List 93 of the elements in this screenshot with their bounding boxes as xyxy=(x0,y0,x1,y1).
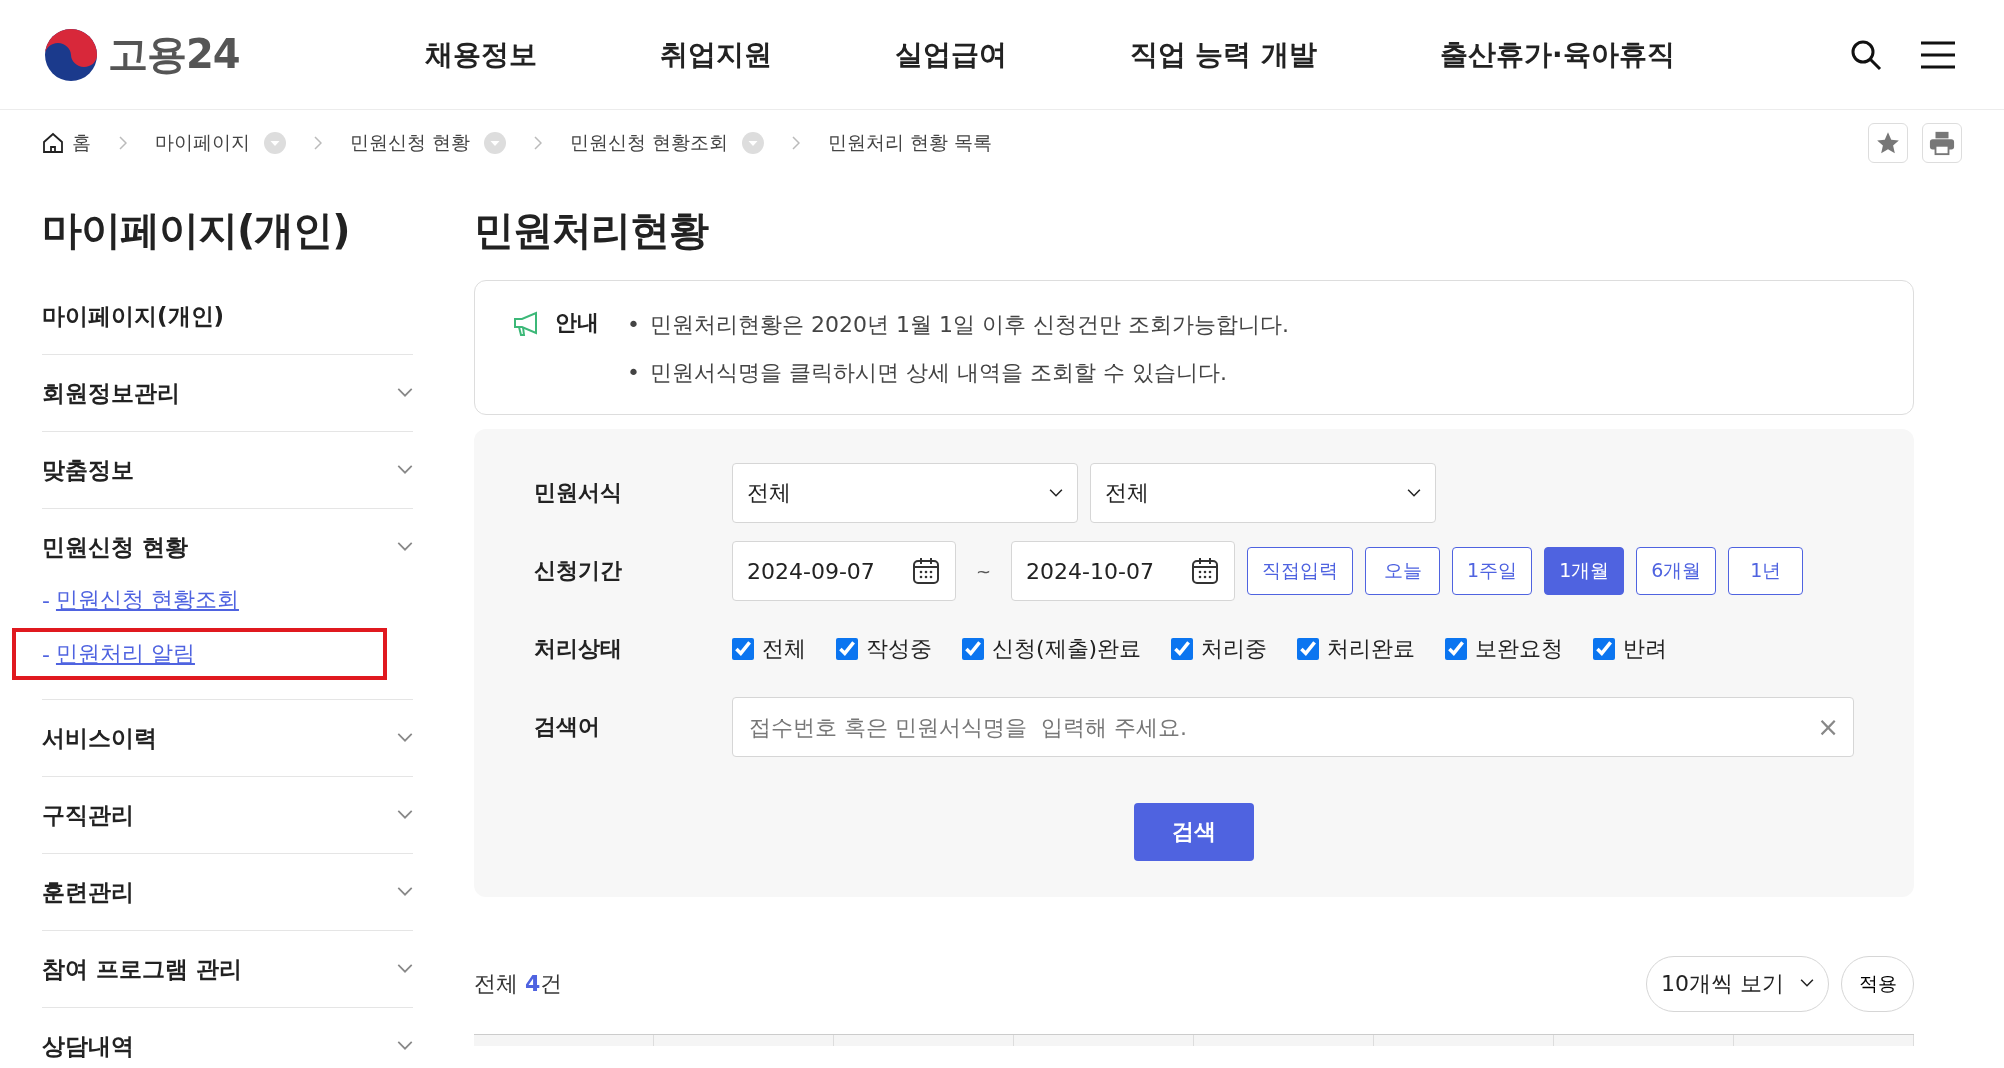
dropdown-select[interactable]: 전체 xyxy=(1090,463,1436,523)
breadcrumb-link[interactable]: 민원신청 현황 xyxy=(350,130,507,156)
dropdown-select[interactable]: 전체 xyxy=(732,463,1078,523)
chevron-right-icon xyxy=(119,136,127,150)
notice-label: 안내 xyxy=(555,309,599,337)
sidebar-item[interactable]: 민원신청 현황 xyxy=(42,509,413,585)
notice-text: 민원처리현황은 2020년 1월 1일 이후 신청건만 조회가능합니다. xyxy=(650,311,1289,339)
checkbox[interactable] xyxy=(1593,638,1616,660)
checkbox[interactable] xyxy=(962,638,984,660)
chevron-right-icon xyxy=(314,136,322,150)
breadcrumb-link[interactable]: 민원처리 현황 목록 xyxy=(828,130,993,156)
sidebar-item[interactable]: 참여 프로그램 관리 xyxy=(42,931,413,1007)
chevron-down-icon xyxy=(397,388,413,398)
dropdown-icon xyxy=(742,132,765,154)
chevron-down-icon xyxy=(397,465,413,475)
total-count: 전체 4건 xyxy=(474,969,563,998)
checkbox-label: 반려 xyxy=(1623,635,1668,663)
chevron-down-icon xyxy=(397,964,413,974)
logo-icon xyxy=(44,27,98,82)
checkbox[interactable] xyxy=(836,638,858,660)
dropdown-icon xyxy=(484,132,507,154)
checkbox-label: 처리중 xyxy=(1201,635,1268,663)
checkbox-label: 전체 xyxy=(762,635,806,663)
search-button[interactable]: 검색 xyxy=(1134,803,1254,861)
period-button[interactable]: 오늘 xyxy=(1365,547,1441,595)
calendar-icon[interactable] xyxy=(1190,556,1221,586)
submenu-link[interactable]: 민원신청 현황조회 xyxy=(55,585,239,615)
period-button[interactable]: 1개월 xyxy=(1544,547,1625,595)
checkbox[interactable] xyxy=(1297,638,1320,660)
chevron-down-icon xyxy=(397,1041,413,1051)
list-dash: - xyxy=(42,587,50,613)
field-label: 처리상태 xyxy=(534,635,623,663)
favorite-button[interactable] xyxy=(1868,123,1908,163)
period-button[interactable]: 1주일 xyxy=(1452,547,1533,595)
search-icon xyxy=(1850,38,1882,71)
nav-link[interactable]: 채용정보 xyxy=(425,35,538,74)
chevron-down-icon xyxy=(397,810,413,820)
field-label: 민원서식 xyxy=(534,479,623,507)
chevron-down-icon xyxy=(1800,979,1814,988)
page-title: 민원처리현황 xyxy=(474,206,710,255)
home-icon xyxy=(42,132,64,154)
clear-button[interactable]: × xyxy=(1817,712,1839,742)
field-label: 검색어 xyxy=(534,713,601,741)
chevron-right-icon xyxy=(792,136,801,150)
sidebar-item[interactable]: 회원정보관리 xyxy=(42,355,413,431)
period-button[interactable]: 6개월 xyxy=(1636,547,1717,595)
bullet: • xyxy=(627,359,640,387)
checkbox[interactable] xyxy=(1171,638,1194,660)
chevron-down-icon xyxy=(1049,488,1063,498)
breadcrumb-link[interactable]: 민원신청 현황조회 xyxy=(570,130,765,156)
apply-button[interactable]: 적용 xyxy=(1841,955,1914,1012)
logo-text[interactable]: 고용24 xyxy=(108,27,240,82)
submenu-link[interactable]: 민원처리 알림 xyxy=(55,639,195,669)
checkbox[interactable] xyxy=(1445,638,1468,660)
breadcrumb-link[interactable]: 마이페이지 xyxy=(155,130,286,156)
checkbox-label: 보완요청 xyxy=(1475,635,1564,663)
range-separator: ~ xyxy=(976,560,992,582)
calendar-icon[interactable] xyxy=(911,556,941,586)
sidebar-item[interactable]: 맞춤정보 xyxy=(42,432,413,508)
search-field[interactable]: 접수번호 혹은 민원서식명을 입력해 주세요. × xyxy=(732,697,1854,757)
sidebar-item[interactable]: 서비스이력 xyxy=(42,700,413,776)
star-icon xyxy=(1875,130,1901,156)
checkbox-label: 신청(제출)완료 xyxy=(992,635,1142,663)
menu-icon xyxy=(1920,40,1956,69)
chevron-down-icon xyxy=(397,542,413,552)
date-field[interactable]: 2024-09-07 xyxy=(732,541,956,601)
chevron-down-icon xyxy=(1407,488,1421,498)
list-dash: - xyxy=(42,641,50,667)
period-button[interactable]: 직접입력 xyxy=(1247,547,1354,595)
printer-icon xyxy=(1929,130,1955,156)
date-field[interactable]: 2024-10-07 xyxy=(1011,541,1236,601)
chevron-down-icon xyxy=(397,733,413,743)
field-label: 신청기간 xyxy=(534,557,623,585)
chevron-right-icon xyxy=(534,136,543,150)
sidebar-item[interactable]: 상담내역 xyxy=(42,1008,413,1068)
checkbox[interactable] xyxy=(732,638,754,660)
checkbox-label: 처리완료 xyxy=(1327,635,1416,663)
notice-text: 민원서식명을 클릭하시면 상세 내역을 조회할 수 있습니다. xyxy=(650,359,1227,387)
nav-link[interactable]: 실업급여 xyxy=(894,35,1007,74)
breadcrumb-link[interactable]: 홈 xyxy=(42,130,91,156)
sidebar-item[interactable]: 마이페이지(개인) xyxy=(42,278,413,354)
sidebar-item[interactable]: 훈련관리 xyxy=(42,854,413,930)
chevron-down-icon xyxy=(397,887,413,897)
print-button[interactable] xyxy=(1922,123,1962,163)
dropdown-icon xyxy=(264,132,286,154)
nav-link[interactable]: 직업 능력 개발 xyxy=(1129,35,1318,74)
nav-link[interactable]: 취업지원 xyxy=(660,35,773,74)
bullet: • xyxy=(627,311,640,339)
nav-link[interactable]: 출산휴가·육아휴직 xyxy=(1439,35,1675,74)
period-button[interactable]: 1년 xyxy=(1728,547,1804,595)
sidebar-title: 마이페이지(개인) xyxy=(42,206,351,255)
checkbox-label: 작성중 xyxy=(866,635,932,663)
sidebar-item[interactable]: 구직관리 xyxy=(42,777,413,853)
